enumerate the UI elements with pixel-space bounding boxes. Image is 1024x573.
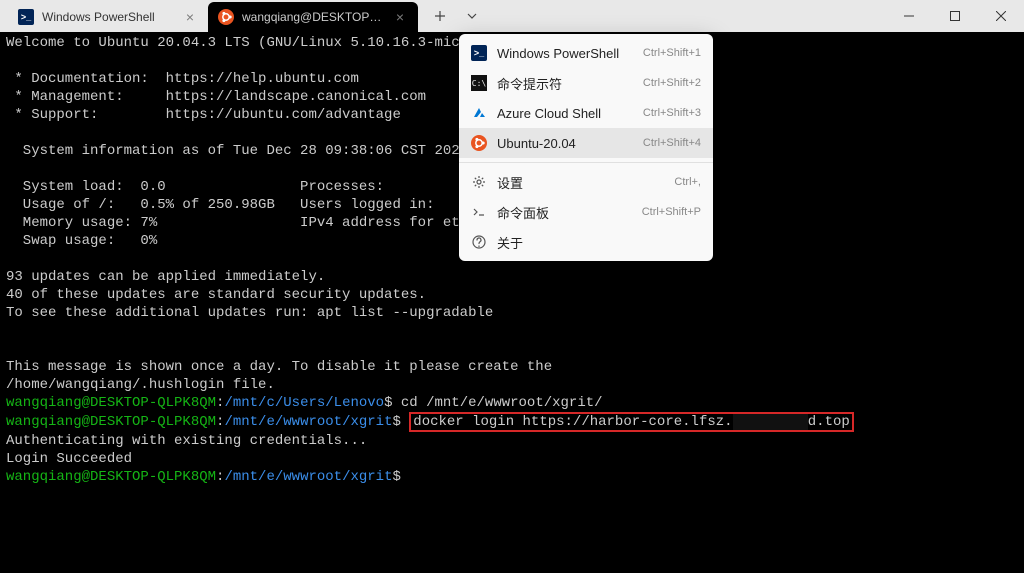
motd-line: Welcome to Ubuntu 20.04.3 LTS (GNU/Linux… [6, 35, 460, 51]
menu-item-about[interactable]: 关于 [459, 227, 713, 257]
motd-line: System load: 0.0 Processes: [6, 179, 384, 195]
prompt-path: /mnt/e/wwwroot/xgrit [224, 469, 392, 485]
motd-line: * Support: https://ubuntu.com/advantage [6, 107, 401, 123]
menu-item-azure[interactable]: Azure Cloud Shell Ctrl+Shift+3 [459, 98, 713, 128]
tab-ubuntu[interactable]: wangqiang@DESKTOP-QLPK8Q × [208, 2, 418, 32]
motd-line: To see these additional updates run: apt… [6, 305, 493, 321]
motd-line: * Management: https://landscape.canonica… [6, 89, 426, 105]
profile-dropdown: >_ Windows PowerShell Ctrl+Shift+1 C:\ 命… [459, 34, 713, 261]
ubuntu-icon [471, 135, 487, 151]
tab-actions [424, 0, 488, 32]
close-button[interactable] [978, 0, 1024, 32]
gear-icon [471, 174, 487, 190]
titlebar: >_ Windows PowerShell × wangqiang@DESKTO… [0, 0, 1024, 32]
dropdown-button[interactable] [456, 1, 488, 31]
azure-icon [471, 105, 487, 121]
menu-item-command-palette[interactable]: 命令面板 Ctrl+Shift+P [459, 197, 713, 227]
motd-line: /home/wangqiang/.hushlogin file. [6, 377, 275, 393]
palette-icon [471, 204, 487, 220]
motd-line: This message is shown once a day. To dis… [6, 359, 552, 375]
powershell-icon: >_ [18, 9, 34, 25]
prompt-user: wangqiang@DESKTOP-QLPK8QM [6, 469, 216, 485]
motd-line: Usage of /: 0.5% of 250.98GB Users logge… [6, 197, 434, 213]
titlebar-drag-area[interactable] [488, 0, 886, 32]
output-line: Login Succeeded [6, 451, 132, 467]
menu-item-settings[interactable]: 设置 Ctrl+, [459, 167, 713, 197]
menu-separator [459, 162, 713, 163]
close-icon[interactable]: × [392, 9, 408, 25]
motd-line: * Documentation: https://help.ubuntu.com [6, 71, 359, 87]
highlighted-command: docker login https://harbor-core.lfsz. d… [409, 412, 854, 432]
menu-item-cmd[interactable]: C:\ 命令提示符 Ctrl+Shift+2 [459, 68, 713, 98]
cmd-icon: C:\ [471, 75, 487, 91]
motd-line: 40 of these updates are standard securit… [6, 287, 426, 303]
app-window: >_ Windows PowerShell × wangqiang@DESKTO… [0, 0, 1024, 573]
motd-line: Swap usage: 0% [6, 233, 157, 249]
powershell-icon: >_ [471, 45, 487, 61]
motd-line: 93 updates can be applied immediately. [6, 269, 325, 285]
help-icon [471, 234, 487, 250]
menu-item-powershell[interactable]: >_ Windows PowerShell Ctrl+Shift+1 [459, 38, 713, 68]
motd-line: Memory usage: 7% IPv4 address for et [6, 215, 460, 231]
ubuntu-icon [218, 9, 234, 25]
redacted-text [733, 414, 808, 430]
prompt-path: /mnt/e/wwwroot/xgrit [224, 414, 392, 430]
minimize-button[interactable] [886, 0, 932, 32]
tab-powershell[interactable]: >_ Windows PowerShell × [8, 2, 208, 32]
maximize-button[interactable] [932, 0, 978, 32]
new-tab-button[interactable] [424, 1, 456, 31]
tab-strip: >_ Windows PowerShell × wangqiang@DESKTO… [0, 0, 418, 32]
cmd-cd: cd /mnt/e/wwwroot/xgrit/ [393, 395, 603, 411]
tab-label: wangqiang@DESKTOP-QLPK8Q [242, 10, 384, 24]
motd-line: System information as of Tue Dec 28 09:3… [6, 143, 460, 159]
close-icon[interactable]: × [182, 9, 198, 25]
prompt-user: wangqiang@DESKTOP-QLPK8QM [6, 414, 216, 430]
prompt-user: wangqiang@DESKTOP-QLPK8QM [6, 395, 216, 411]
output-line: Authenticating with existing credentials… [6, 433, 367, 449]
prompt-path: /mnt/c/Users/Lenovo [224, 395, 384, 411]
menu-item-ubuntu[interactable]: Ubuntu-20.04 Ctrl+Shift+4 [459, 128, 713, 158]
window-controls [886, 0, 1024, 32]
tab-label: Windows PowerShell [42, 10, 174, 24]
